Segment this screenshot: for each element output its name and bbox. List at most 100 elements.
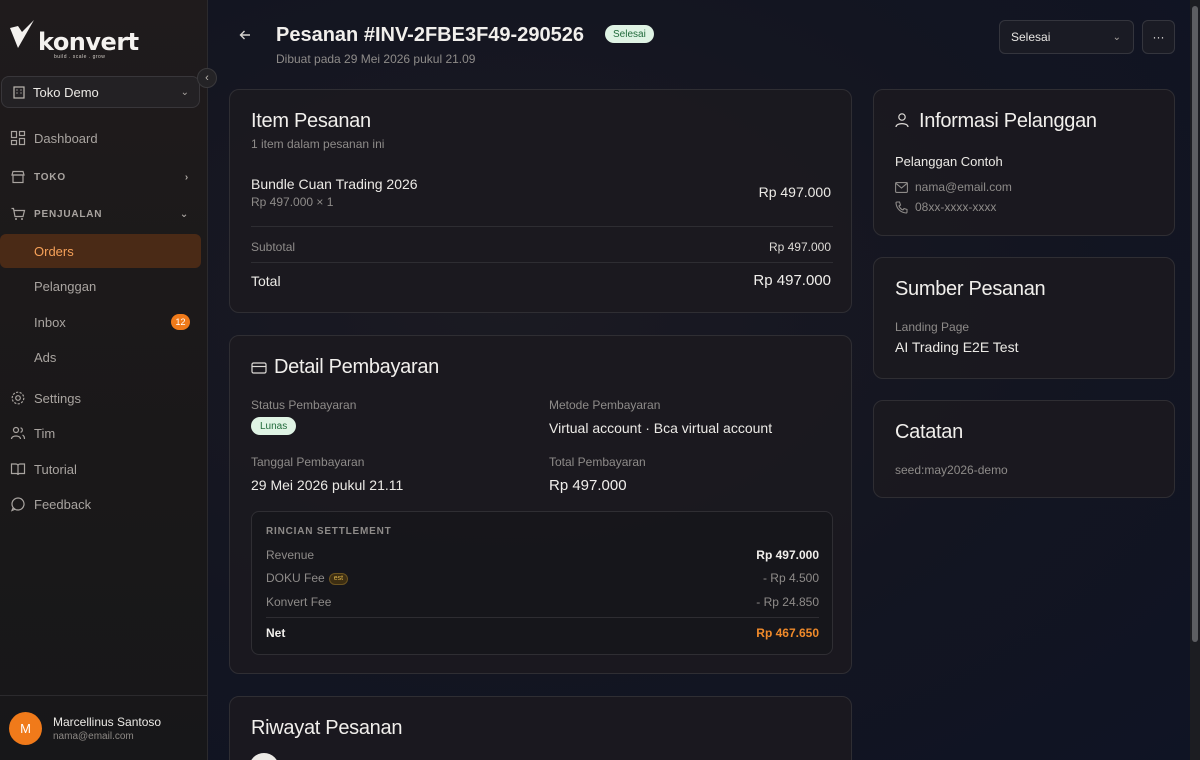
payment-total-value: Rp 497.000 [549, 477, 627, 494]
main-content: Pesanan #INV-2FBE3F49-290526 Selesai Dib… [208, 0, 1200, 760]
sidebar-item-pelanggan[interactable]: Pelanggan [0, 269, 201, 303]
scrollbar-track[interactable] [1190, 0, 1200, 760]
divider [266, 617, 819, 618]
gear-icon [10, 390, 26, 406]
more-options-button[interactable]: ··· [1142, 20, 1175, 54]
doku-fee-label: DOKU Fee est [266, 571, 349, 585]
customer-email[interactable]: nama@email.com [915, 180, 1012, 194]
logo-text: konvert [38, 28, 139, 56]
book-open-icon [10, 461, 26, 477]
user-icon [895, 113, 909, 128]
collapse-sidebar-button[interactable]: ‹ [197, 68, 217, 88]
estimate-badge: est [328, 572, 349, 585]
sidebar-item-inbox[interactable]: Inbox 12 [0, 305, 201, 339]
doku-fee-value: - Rp 4.500 [762, 571, 819, 585]
card-title: Informasi Pelanggan [919, 110, 1097, 132]
payment-date-value: 29 Mei 2026 pukul 21.11 [251, 477, 404, 493]
payment-method-value: Virtual account · Bca virtual account [549, 420, 773, 436]
sidebar-section-label: TOKO [34, 171, 66, 183]
net-value: Rp 467.650 [756, 626, 819, 640]
sidebar-item-label: Pelanggan [34, 278, 97, 294]
konvert-fee-label: Konvert Fee [266, 595, 332, 609]
divider [251, 226, 833, 227]
chat-bubble-icon [10, 496, 26, 512]
logo-tagline: build . scale . grow [54, 54, 106, 60]
sidebar-item-tim[interactable]: Tim [0, 416, 201, 450]
revenue-label: Revenue [266, 548, 315, 562]
status-select-value: Selesai [1011, 30, 1051, 44]
revenue-value: Rp 497.000 [756, 548, 819, 562]
sidebar-item-orders[interactable]: Orders [0, 234, 201, 268]
payment-status-badge: Lunas [251, 417, 297, 435]
user-profile[interactable]: M Marcellinus Santoso nama@email.com [0, 695, 208, 760]
item-detail: Rp 497.000 × 1 [251, 195, 334, 209]
page-title: Pesanan #INV-2FBE3F49-290526 [276, 24, 584, 46]
mail-icon [895, 182, 908, 193]
order-source-card: Sumber Pesanan Landing Page AI Trading E… [873, 257, 1175, 379]
sidebar-item-feedback[interactable]: Feedback [0, 487, 201, 521]
source-value: AI Trading E2E Test [895, 339, 1019, 355]
sidebar-item-label: Inbox [34, 314, 66, 330]
card-title: Riwayat Pesanan [251, 717, 403, 739]
payment-method-label: Metode Pembayaran [549, 398, 661, 412]
user-email: nama@email.com [53, 731, 134, 742]
payment-date-label: Tanggal Pembayaran [251, 455, 365, 469]
sidebar-section-penjualan[interactable]: PENJUALAN ⌄ [0, 197, 201, 231]
sidebar-item-tutorial[interactable]: Tutorial [0, 452, 201, 486]
sidebar-item-dashboard[interactable]: Dashboard [0, 121, 201, 155]
divider [251, 262, 833, 263]
sidebar-item-label: Dashboard [34, 130, 98, 146]
logo-mark-icon [10, 20, 34, 48]
sidebar-item-label: Settings [34, 390, 81, 406]
cart-icon [10, 206, 26, 222]
source-label: Landing Page [895, 320, 970, 334]
users-icon [10, 425, 26, 441]
scrollbar-thumb[interactable] [1192, 6, 1198, 642]
item-price: Rp 497.000 [758, 184, 831, 200]
payment-details-card: Detail Pembayaran Status Pembayaran Luna… [229, 335, 852, 674]
created-at-text: Dibuat pada 29 Mei 2026 pukul 21.09 [276, 52, 476, 66]
order-status-select[interactable]: Selesai ⌄ [999, 20, 1134, 54]
sidebar-item-settings[interactable]: Settings [0, 381, 201, 415]
sidebar-item-label: Orders [34, 243, 74, 259]
order-history-card: Riwayat Pesanan [229, 696, 852, 760]
dashboard-grid-icon [10, 130, 26, 146]
store-building-icon [13, 86, 25, 99]
settlement-breakdown: RINCIAN SETTLEMENT Revenue Rp 497.000 DO… [251, 511, 833, 655]
payment-total-label: Total Pembayaran [549, 455, 646, 469]
store-name: Toko Demo [33, 84, 99, 100]
notes-value: seed:may2026-demo [895, 463, 1008, 477]
chevron-down-icon: ⌄ [1112, 31, 1121, 43]
subtotal-label: Subtotal [251, 240, 296, 254]
chevron-down-icon: ⌄ [179, 208, 189, 220]
sidebar-item-ads[interactable]: Ads [0, 340, 201, 374]
konvert-logo[interactable]: konvert build . scale . grow [8, 16, 139, 60]
doku-fee-text: DOKU Fee [266, 571, 325, 585]
sidebar-section-toko[interactable]: TOKO › [0, 160, 201, 194]
chevron-right-icon: › [184, 171, 189, 183]
sidebar: konvert build . scale . grow Toko Demo ⌄… [0, 0, 217, 760]
card-title: Detail Pembayaran [274, 356, 439, 378]
payment-status-label: Status Pembayaran [251, 398, 357, 412]
notes-card: Catatan seed:may2026-demo [873, 400, 1175, 498]
card-title: Sumber Pesanan [895, 278, 1046, 300]
store-icon [10, 169, 26, 185]
settlement-title: RINCIAN SETTLEMENT [266, 526, 392, 537]
phone-icon [895, 201, 908, 214]
back-arrow-icon[interactable] [238, 28, 252, 45]
user-name: Marcellinus Santoso [53, 715, 162, 729]
item-name: Bundle Cuan Trading 2026 [251, 176, 418, 192]
inbox-count-badge: 12 [171, 314, 190, 330]
total-label: Total [251, 273, 281, 289]
credit-card-icon [251, 362, 267, 374]
sidebar-item-label: Tutorial [34, 461, 77, 477]
store-selector[interactable]: Toko Demo ⌄ [1, 76, 200, 108]
customer-phone[interactable]: 08xx-xxxx-xxxx [915, 200, 996, 214]
order-items-card: Item Pesanan 1 item dalam pesanan ini Bu… [229, 89, 852, 313]
chevron-down-icon: ⌄ [180, 86, 189, 98]
avatar: M [9, 712, 42, 745]
sidebar-item-label: Tim [34, 425, 56, 441]
sidebar-item-label: Feedback [34, 496, 92, 512]
sidebar-item-label: Ads [34, 349, 57, 365]
card-subtitle: 1 item dalam pesanan ini [251, 137, 385, 151]
